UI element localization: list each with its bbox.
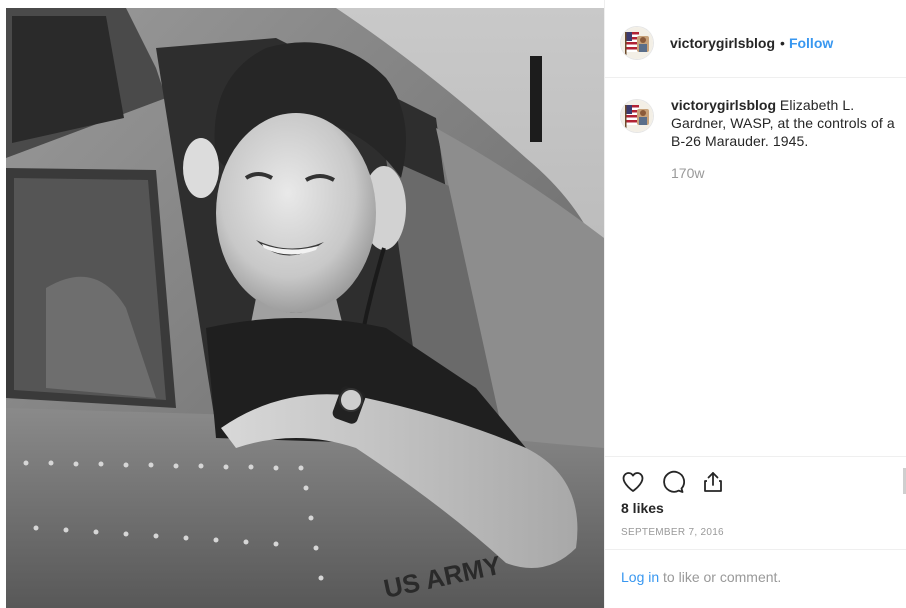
caption-username[interactable]: victorygirlsblog [671,97,776,113]
likes-count[interactable]: 8 likes [621,500,664,516]
login-suffix: to like or comment. [659,569,782,585]
header-username[interactable]: victorygirlsblog [670,35,775,51]
login-link[interactable]: Log in [621,569,659,585]
avatar[interactable] [621,26,653,59]
flag-avatar-icon [621,26,653,59]
share-upload-icon[interactable] [701,470,725,494]
speech-bubble-icon[interactable] [661,470,685,494]
action-bar [605,462,906,502]
post-header: victorygirlsblog • Follow [605,8,906,78]
post-sidebar: victorygirlsblog • Follow victorygirlsbl… [605,0,906,608]
follow-button[interactable]: Follow [789,35,833,51]
flag-avatar-icon [621,100,653,132]
login-divider [605,549,906,550]
instagram-post: US ARMY victorygirlsblog • Follow victor… [0,0,906,608]
caption-body: victorygirlsblog Elizabeth L. Gardner, W… [671,96,900,182]
caption-comment: victorygirlsblog Elizabeth L. Gardner, W… [605,96,906,182]
comment-timestamp[interactable]: 170w [671,164,900,182]
actions-divider [605,456,906,457]
header-separator: • [780,34,785,51]
heart-outline-icon[interactable] [621,470,645,494]
comments-section: victorygirlsblog Elizabeth L. Gardner, W… [605,96,906,182]
login-prompt: Log in to like or comment. [621,569,781,585]
post-photo[interactable]: US ARMY [6,8,604,608]
post-date[interactable]: SEPTEMBER 7, 2016 [621,527,724,538]
post-photo-container: US ARMY [0,0,604,608]
caption-avatar[interactable] [621,100,653,132]
